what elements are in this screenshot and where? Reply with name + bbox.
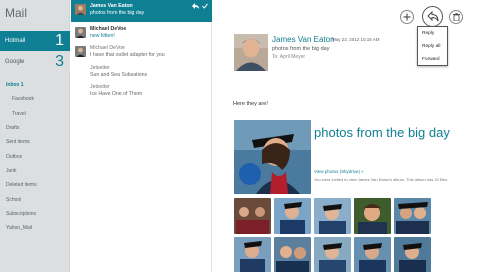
reply-arrow-icon bbox=[192, 3, 199, 9]
folder-deleted-items[interactable]: Deleted items bbox=[0, 178, 70, 192]
sender-name[interactable]: James Van Eaton bbox=[272, 35, 335, 44]
folder-junk[interactable]: Junk bbox=[0, 164, 70, 178]
view-album-link[interactable]: View photos (Skydrive) » bbox=[314, 169, 364, 174]
message-subject: Sun and Sea Subsations bbox=[90, 72, 148, 78]
new-message-button[interactable] bbox=[400, 10, 414, 24]
photo-thumbnail[interactable] bbox=[354, 198, 391, 234]
album-cover-image[interactable] bbox=[234, 120, 311, 194]
sender-avatar bbox=[75, 46, 86, 57]
respond-menu: Reply Reply all Forward bbox=[417, 26, 448, 66]
message-subject: new kitten! bbox=[90, 33, 115, 39]
message-date: May 22, 2012 10:15 AM bbox=[332, 37, 380, 42]
message-item-selected[interactable]: James Van Eaton photos from the big day bbox=[71, 0, 212, 22]
photo-thumbnail[interactable] bbox=[354, 237, 391, 272]
message-subject: I have that outlet adapter for you bbox=[90, 52, 165, 58]
folder-yahoo-mail[interactable]: Yahoo_Mail bbox=[0, 221, 70, 235]
album-description: You were invited to view James Van Eaton… bbox=[314, 177, 449, 182]
trash-icon bbox=[452, 13, 460, 21]
photo-thumbnail[interactable] bbox=[314, 198, 351, 234]
message-subject: photos from the big day bbox=[90, 10, 145, 16]
message-flags bbox=[192, 3, 208, 9]
sender-avatar bbox=[75, 27, 86, 38]
message-sender: Michael DeVoe bbox=[90, 45, 125, 51]
forward-menu-item[interactable]: Forward bbox=[418, 53, 447, 66]
message-sender: Michael DeVoe bbox=[90, 26, 127, 32]
message-subject-heading: photos from the big day bbox=[272, 46, 330, 52]
message-recipients: To: April Meyer bbox=[272, 54, 306, 60]
photo-thumbnail[interactable] bbox=[234, 237, 271, 272]
message-subject: Ice Have One of Them bbox=[90, 91, 143, 97]
message-sender: Jetsetter bbox=[90, 65, 110, 71]
delete-button[interactable] bbox=[449, 10, 463, 24]
reply-all-menu-item[interactable]: Reply all bbox=[418, 40, 447, 53]
account-unread-count: 3 bbox=[55, 53, 64, 70]
photo-thumbnail[interactable] bbox=[234, 198, 271, 234]
folder-outbox[interactable]: Outbox bbox=[0, 149, 70, 163]
photo-thumbnail[interactable] bbox=[394, 198, 431, 234]
folder-list: Inbox 1 Facebook Travel Drafts Sent item… bbox=[0, 78, 70, 235]
message-sender: Jetsetter bbox=[90, 84, 110, 90]
message-list: James Van Eaton photos from the big day … bbox=[71, 0, 212, 272]
photo-thumbnail[interactable] bbox=[274, 198, 311, 234]
folder-facebook[interactable]: Facebook bbox=[0, 92, 70, 106]
folder-school[interactable]: School bbox=[0, 192, 70, 206]
album-title: photos from the big day bbox=[314, 125, 450, 140]
plus-icon bbox=[403, 13, 411, 21]
reply-menu-item[interactable]: Reply bbox=[418, 27, 447, 40]
account-name: Hotmail bbox=[5, 38, 26, 44]
photo-thumbnail[interactable] bbox=[394, 237, 431, 272]
sender-avatar bbox=[75, 4, 86, 15]
photo-thumbnail[interactable] bbox=[274, 237, 311, 272]
respond-button[interactable] bbox=[422, 6, 443, 27]
account-name: Google bbox=[5, 59, 25, 65]
photo-thumbnail[interactable] bbox=[314, 237, 351, 272]
message-item[interactable]: Michael DeVoe I have that outlet adapter… bbox=[71, 42, 212, 64]
respond-icon bbox=[426, 11, 438, 22]
message-body: Here they are! bbox=[233, 101, 268, 107]
folder-travel[interactable]: Travel bbox=[0, 107, 70, 121]
folder-inbox[interactable]: Inbox 1 bbox=[0, 78, 70, 92]
folder-drafts[interactable]: Drafts bbox=[0, 121, 70, 135]
sender-photo bbox=[234, 34, 268, 71]
message-item[interactable]: Jetsetter Ice Have One of Them bbox=[71, 81, 212, 103]
folder-pane: Mail Hotmail 1 Google 3 Inbox 1 Facebook… bbox=[0, 0, 70, 272]
checkmark-icon bbox=[202, 3, 208, 9]
account-google[interactable]: Google 3 bbox=[0, 52, 70, 72]
account-hotmail[interactable]: Hotmail 1 bbox=[0, 31, 70, 51]
app-title: Mail bbox=[5, 6, 28, 20]
folder-sent-items[interactable]: Sent items bbox=[0, 135, 70, 149]
account-unread-count: 1 bbox=[55, 32, 64, 49]
folder-subscriptions[interactable]: Subscriptions bbox=[0, 207, 70, 221]
